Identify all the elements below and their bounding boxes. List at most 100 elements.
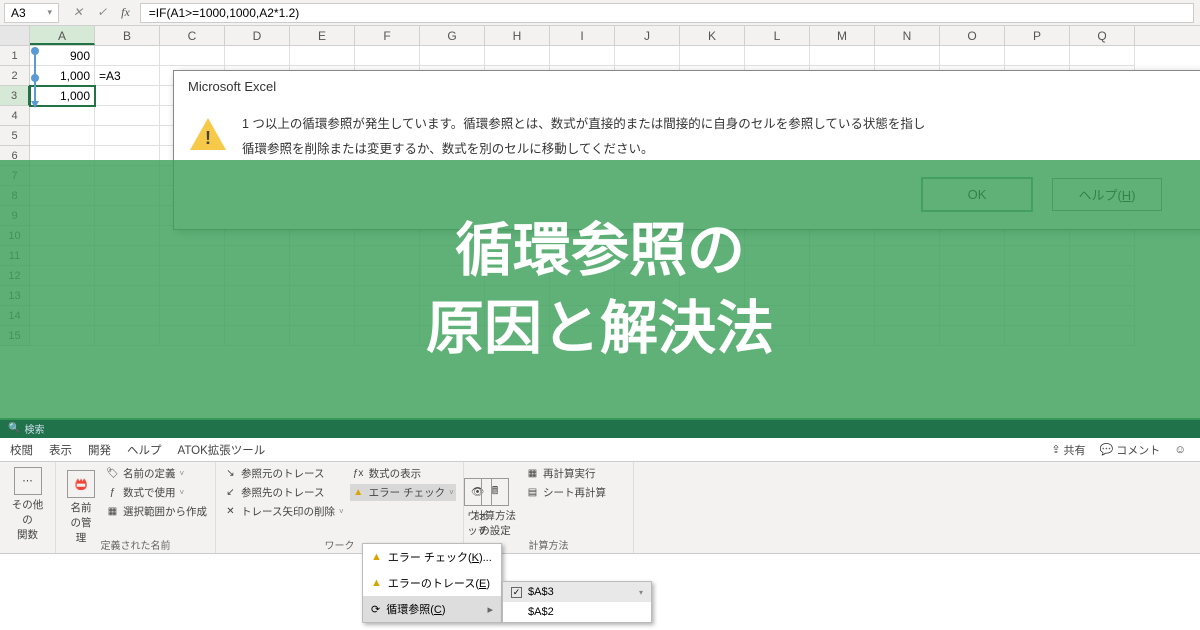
calculate-sheet-button[interactable]: ▤シート再計算	[524, 484, 608, 501]
calc-now-icon: ▦	[526, 467, 539, 480]
menu-circular-reference[interactable]: ⟳ 循環参照(C) ▸	[363, 596, 501, 622]
cell-A3[interactable]: 1,000	[30, 86, 95, 106]
dialog-message: 1 つ以上の循環参照が発生しています。循環参照とは、数式が直接的または間接的に自…	[242, 112, 925, 162]
cell-A2[interactable]: 1,000	[30, 66, 95, 86]
column-header-K[interactable]: K	[680, 26, 745, 45]
other-functions-button[interactable]: ⋯ その他の 関数	[6, 465, 49, 544]
cell-A4[interactable]	[30, 106, 95, 126]
tab-atok[interactable]: ATOK拡張ツール	[178, 442, 266, 458]
column-header-L[interactable]: L	[745, 26, 810, 45]
formula-input[interactable]: =IF(A1>=1000,1000,A2*1.2)	[140, 3, 1194, 23]
other-functions-icon: ⋯	[14, 467, 42, 495]
column-header-M[interactable]: M	[810, 26, 875, 45]
group-label-names: 定義された名前	[56, 537, 215, 552]
column-header-N[interactable]: N	[875, 26, 940, 45]
row-header-1[interactable]: 1	[0, 46, 30, 66]
cell-B3[interactable]	[95, 86, 160, 106]
share-button[interactable]: ⇪共有	[1051, 442, 1085, 458]
cell-C1[interactable]	[160, 46, 225, 66]
calculate-now-button[interactable]: ▦再計算実行	[524, 465, 608, 482]
ribbon-group-other-functions: ⋯ その他の 関数	[0, 462, 56, 553]
row-header-2[interactable]: 2	[0, 66, 30, 86]
calc-options-icon: 🖩	[481, 478, 509, 506]
cell-A5[interactable]	[30, 126, 95, 146]
column-header-E[interactable]: E	[290, 26, 355, 45]
remove-arrows-button[interactable]: ✕トレース矢印の削除	[222, 503, 346, 520]
show-formulas-button[interactable]: ƒx数式の表示	[350, 465, 456, 482]
cell-M1[interactable]	[810, 46, 875, 66]
column-header-O[interactable]: O	[940, 26, 1005, 45]
cell-B2[interactable]: =A3	[95, 66, 160, 86]
select-all-corner[interactable]	[0, 26, 30, 45]
title-search-bar[interactable]: 🔍 検索	[0, 418, 1200, 438]
cell-H1[interactable]	[485, 46, 550, 66]
cell-F1[interactable]	[355, 46, 420, 66]
column-header-A[interactable]: A	[30, 26, 95, 45]
cell-K1[interactable]	[680, 46, 745, 66]
column-header-F[interactable]: F	[355, 26, 420, 45]
column-header-P[interactable]: P	[1005, 26, 1070, 45]
column-header-Q[interactable]: Q	[1070, 26, 1135, 45]
cell-G1[interactable]	[420, 46, 485, 66]
tab-view[interactable]: 表示	[49, 442, 72, 458]
row-header-4[interactable]: 4	[0, 106, 30, 126]
cell-B5[interactable]	[95, 126, 160, 146]
formula-icon: ƒ	[106, 486, 119, 499]
tab-review[interactable]: 校閲	[10, 442, 33, 458]
check-icon: ✓	[511, 587, 522, 598]
tag-icon: 🏷	[106, 467, 119, 480]
title-overlay: 循環参照の 原因と解決法	[0, 160, 1200, 420]
cell-D1[interactable]	[225, 46, 290, 66]
name-manager-icon: 📛	[67, 470, 95, 498]
column-header-C[interactable]: C	[160, 26, 225, 45]
ribbon: ⋯ その他の 関数 📛 名前 の管理 🏷名前の定義 ƒ数式で使用 ▦選択範囲から…	[0, 462, 1200, 554]
tab-help[interactable]: ヘルプ	[127, 442, 162, 458]
trace-dot	[31, 74, 39, 82]
fx-icon[interactable]: fx	[121, 5, 130, 20]
selection-icon: ▦	[106, 505, 119, 518]
use-in-formula-button[interactable]: ƒ数式で使用	[104, 484, 209, 501]
confirm-icon[interactable]: ✓	[97, 5, 107, 20]
name-box[interactable]: A3 ▾	[4, 3, 59, 23]
dialog-line1: 1 つ以上の循環参照が発生しています。循環参照とは、数式が直接的または間接的に自…	[242, 112, 925, 137]
cancel-icon[interactable]: ✕	[73, 5, 83, 20]
cell-I1[interactable]	[550, 46, 615, 66]
column-header-H[interactable]: H	[485, 26, 550, 45]
show-formulas-icon: ƒx	[352, 467, 365, 480]
chevron-down-icon: ▾	[639, 588, 643, 597]
chevron-down-icon[interactable]: ▾	[47, 7, 52, 18]
row-header-3[interactable]: 3	[0, 86, 30, 106]
cell-L1[interactable]	[745, 46, 810, 66]
column-header-J[interactable]: J	[615, 26, 680, 45]
cell-J1[interactable]	[615, 46, 680, 66]
create-from-selection-button[interactable]: ▦選択範囲から作成	[104, 503, 209, 520]
column-header-G[interactable]: G	[420, 26, 485, 45]
row-header-5[interactable]: 5	[0, 126, 30, 146]
circular-ref-item-2[interactable]: $A$2	[503, 602, 651, 622]
trace-dependents-button[interactable]: ↙参照先のトレース	[222, 484, 346, 501]
menu-error-trace[interactable]: ▲ エラーのトレース(E)	[363, 570, 501, 596]
error-check-button[interactable]: ▲エラー チェック	[350, 484, 456, 501]
cell-A1[interactable]: 900	[30, 46, 95, 66]
comment-button[interactable]: 💬コメント	[1100, 442, 1161, 458]
cell-N1[interactable]	[875, 46, 940, 66]
circular-ref-item-1[interactable]: ✓ $A$3 ▾	[503, 582, 651, 602]
circular-icon: ⟳	[371, 603, 380, 616]
cell-E1[interactable]	[290, 46, 355, 66]
tab-developer[interactable]: 開発	[88, 442, 111, 458]
cell-O1[interactable]	[940, 46, 1005, 66]
search-icon: 🔍	[8, 423, 20, 434]
cell-Q1[interactable]	[1070, 46, 1135, 66]
cell-B1[interactable]	[95, 46, 160, 66]
smiley-icon[interactable]: ☺	[1174, 444, 1186, 456]
trace-precedents-button[interactable]: ↘参照元のトレース	[222, 465, 346, 482]
cell-P1[interactable]	[1005, 46, 1070, 66]
column-header-I[interactable]: I	[550, 26, 615, 45]
circular-reference-submenu: ✓ $A$3 ▾ $A$2	[502, 581, 652, 623]
define-name-button[interactable]: 🏷名前の定義	[104, 465, 209, 482]
share-icon: ⇪	[1051, 443, 1060, 456]
cell-B4[interactable]	[95, 106, 160, 126]
column-header-B[interactable]: B	[95, 26, 160, 45]
menu-error-check[interactable]: ▲ エラー チェック(K)...	[363, 544, 501, 570]
column-header-D[interactable]: D	[225, 26, 290, 45]
